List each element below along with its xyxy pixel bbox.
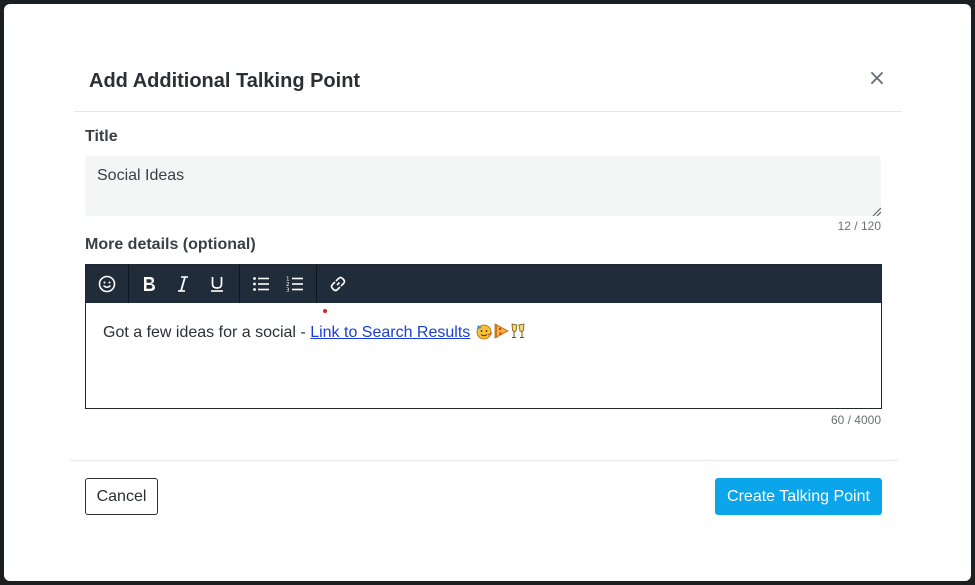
close-icon[interactable]: ×	[866, 66, 888, 92]
details-char-counter: 60 / 4000	[830, 413, 881, 427]
toolbar-group-emoji	[86, 265, 129, 303]
cancel-button[interactable]: Cancel	[85, 478, 158, 515]
title-label: Title	[85, 128, 118, 145]
details-label: More details (optional)	[85, 236, 256, 253]
clinking-glasses-emoji-icon	[511, 323, 525, 338]
title-char-counter: 12 / 120	[837, 219, 881, 233]
search-results-link[interactable]: Link to Search Results	[310, 324, 470, 341]
underline-icon[interactable]	[205, 272, 229, 296]
toolbar-group-format	[129, 265, 240, 303]
svg-text:3: 3	[286, 288, 290, 294]
editor-toolbar: 123	[86, 265, 881, 303]
link-icon[interactable]	[326, 272, 350, 296]
toolbar-group-lists: 123	[240, 265, 317, 303]
italic-icon[interactable]	[171, 272, 195, 296]
details-rich-text-editor: 123 Got a few ideas for a social - Link …	[85, 264, 882, 409]
footer-divider	[70, 460, 898, 461]
modal-title: Add Additional Talking Point	[89, 70, 361, 92]
bullet-list-icon[interactable]	[249, 272, 273, 296]
bold-icon[interactable]	[137, 272, 161, 296]
partying-face-emoji-icon	[476, 324, 493, 340]
title-input[interactable]: Social Ideas	[85, 156, 881, 216]
editor-content[interactable]: Got a few ideas for a social - Link to S…	[86, 303, 881, 408]
resize-grip-icon[interactable]	[871, 206, 881, 216]
modal-header: Add Additional Talking Point ×	[74, 56, 902, 112]
emoji-icon[interactable]	[95, 272, 119, 296]
numbered-list-icon[interactable]: 123	[283, 272, 307, 296]
cursor-indicator	[323, 309, 327, 313]
create-talking-point-button[interactable]: Create Talking Point	[715, 478, 882, 515]
editor-text: Got a few ideas for a social -	[103, 324, 311, 341]
pizza-emoji-icon	[494, 323, 509, 339]
